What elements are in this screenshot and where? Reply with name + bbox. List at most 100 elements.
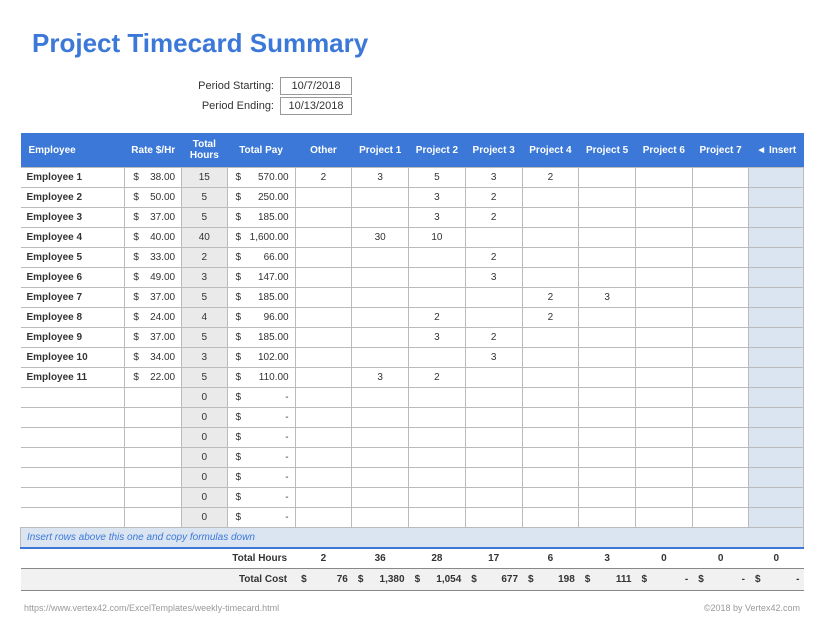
- rate-cell[interactable]: $34.00: [125, 348, 182, 368]
- insert-cell[interactable]: [749, 388, 804, 408]
- p4-cell[interactable]: [522, 508, 579, 528]
- p2-cell[interactable]: 2: [409, 368, 466, 388]
- col-project-5[interactable]: Project 5: [579, 133, 636, 168]
- p4-cell[interactable]: [522, 208, 579, 228]
- p2-cell[interactable]: [409, 388, 466, 408]
- period-start-input[interactable]: 10/7/2018: [280, 77, 352, 95]
- p3-cell[interactable]: [465, 468, 522, 488]
- insert-cell[interactable]: [749, 228, 804, 248]
- p7-cell[interactable]: [692, 228, 749, 248]
- other-cell[interactable]: [295, 408, 352, 428]
- col-employee[interactable]: Employee: [21, 133, 125, 168]
- p1-cell[interactable]: [352, 488, 409, 508]
- rate-cell[interactable]: [125, 508, 182, 528]
- p7-cell[interactable]: [692, 408, 749, 428]
- p7-cell[interactable]: [692, 448, 749, 468]
- p3-cell[interactable]: 2: [465, 248, 522, 268]
- col-project-6[interactable]: Project 6: [636, 133, 693, 168]
- p3-cell[interactable]: 3: [465, 168, 522, 188]
- p5-cell[interactable]: [579, 388, 636, 408]
- p3-cell[interactable]: [465, 488, 522, 508]
- rate-cell[interactable]: [125, 448, 182, 468]
- p7-cell[interactable]: [692, 428, 749, 448]
- p1-cell[interactable]: 3: [352, 168, 409, 188]
- p2-cell[interactable]: [409, 268, 466, 288]
- p6-cell[interactable]: [636, 488, 693, 508]
- p1-cell[interactable]: [352, 388, 409, 408]
- col-insert[interactable]: ◄ Insert: [749, 133, 804, 168]
- insert-cell[interactable]: [749, 368, 804, 388]
- insert-cell[interactable]: [749, 468, 804, 488]
- rate-cell[interactable]: $40.00: [125, 228, 182, 248]
- rate-cell[interactable]: $37.00: [125, 208, 182, 228]
- employee-cell[interactable]: [21, 388, 125, 408]
- p7-cell[interactable]: [692, 308, 749, 328]
- employee-cell[interactable]: Employee 6: [21, 268, 125, 288]
- p1-cell[interactable]: [352, 508, 409, 528]
- col-project-3[interactable]: Project 3: [465, 133, 522, 168]
- other-cell[interactable]: [295, 368, 352, 388]
- p4-cell[interactable]: [522, 328, 579, 348]
- p7-cell[interactable]: [692, 488, 749, 508]
- rate-cell[interactable]: $38.00: [125, 168, 182, 188]
- p4-cell[interactable]: [522, 268, 579, 288]
- other-cell[interactable]: [295, 488, 352, 508]
- insert-cell[interactable]: [749, 268, 804, 288]
- p4-cell[interactable]: [522, 408, 579, 428]
- other-cell[interactable]: [295, 508, 352, 528]
- p4-cell[interactable]: 2: [522, 288, 579, 308]
- period-end-input[interactable]: 10/13/2018: [280, 97, 352, 115]
- other-cell[interactable]: [295, 308, 352, 328]
- p5-cell[interactable]: [579, 328, 636, 348]
- p1-cell[interactable]: 3: [352, 368, 409, 388]
- p1-cell[interactable]: [352, 468, 409, 488]
- p7-cell[interactable]: [692, 388, 749, 408]
- rate-cell[interactable]: [125, 408, 182, 428]
- insert-cell[interactable]: [749, 168, 804, 188]
- rate-cell[interactable]: $24.00: [125, 308, 182, 328]
- col-project-2[interactable]: Project 2: [409, 133, 466, 168]
- p7-cell[interactable]: [692, 348, 749, 368]
- employee-cell[interactable]: Employee 1: [21, 168, 125, 188]
- p5-cell[interactable]: [579, 448, 636, 468]
- insert-cell[interactable]: [749, 508, 804, 528]
- p3-cell[interactable]: [465, 228, 522, 248]
- p2-cell[interactable]: [409, 508, 466, 528]
- p6-cell[interactable]: [636, 248, 693, 268]
- p7-cell[interactable]: [692, 248, 749, 268]
- p1-cell[interactable]: [352, 428, 409, 448]
- p2-cell[interactable]: [409, 468, 466, 488]
- p6-cell[interactable]: [636, 168, 693, 188]
- p5-cell[interactable]: [579, 368, 636, 388]
- p4-cell[interactable]: [522, 348, 579, 368]
- p6-cell[interactable]: [636, 388, 693, 408]
- rate-cell[interactable]: [125, 388, 182, 408]
- other-cell[interactable]: [295, 428, 352, 448]
- p7-cell[interactable]: [692, 368, 749, 388]
- employee-cell[interactable]: [21, 468, 125, 488]
- other-cell[interactable]: [295, 328, 352, 348]
- p6-cell[interactable]: [636, 508, 693, 528]
- p3-cell[interactable]: 2: [465, 208, 522, 228]
- col-project-1[interactable]: Project 1: [352, 133, 409, 168]
- p6-cell[interactable]: [636, 288, 693, 308]
- p5-cell[interactable]: [579, 408, 636, 428]
- p3-cell[interactable]: [465, 448, 522, 468]
- p3-cell[interactable]: 3: [465, 268, 522, 288]
- rate-cell[interactable]: $50.00: [125, 188, 182, 208]
- p6-cell[interactable]: [636, 228, 693, 248]
- p2-cell[interactable]: 2: [409, 308, 466, 328]
- p2-cell[interactable]: 5: [409, 168, 466, 188]
- p2-cell[interactable]: 10: [409, 228, 466, 248]
- p1-cell[interactable]: [352, 288, 409, 308]
- p4-cell[interactable]: [522, 388, 579, 408]
- insert-cell[interactable]: [749, 348, 804, 368]
- other-cell[interactable]: [295, 468, 352, 488]
- p5-cell[interactable]: [579, 428, 636, 448]
- employee-cell[interactable]: [21, 408, 125, 428]
- p6-cell[interactable]: [636, 468, 693, 488]
- p6-cell[interactable]: [636, 368, 693, 388]
- other-cell[interactable]: [295, 288, 352, 308]
- p5-cell[interactable]: [579, 468, 636, 488]
- p1-cell[interactable]: 30: [352, 228, 409, 248]
